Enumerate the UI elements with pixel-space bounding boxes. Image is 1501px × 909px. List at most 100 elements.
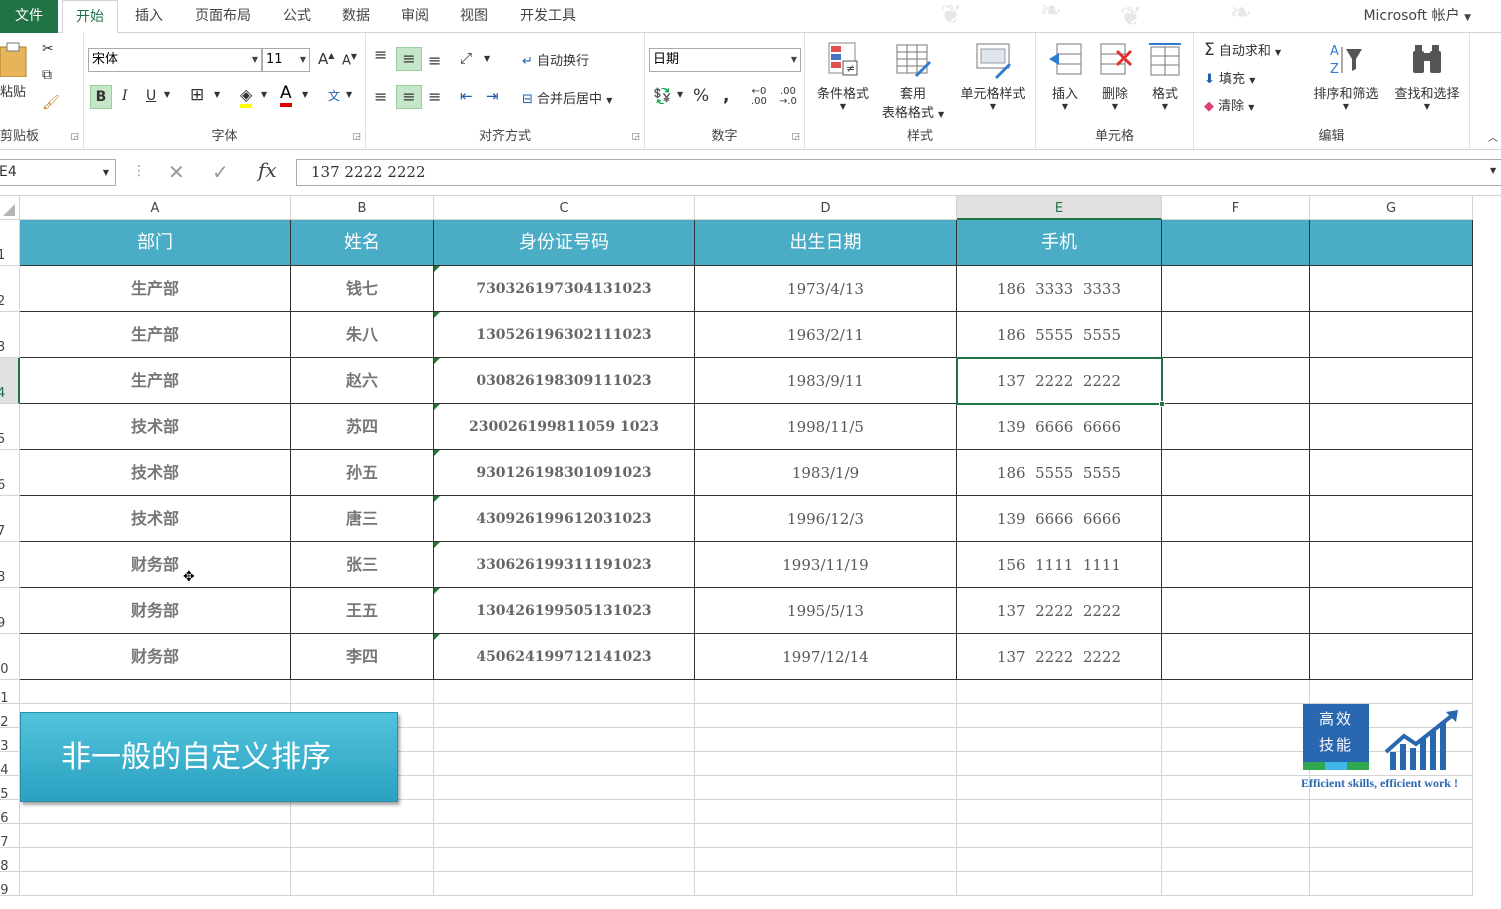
banner-shape[interactable]: 非一般的自定义排序 bbox=[20, 712, 398, 802]
empty-cell[interactable] bbox=[20, 680, 291, 704]
empty-cell[interactable] bbox=[434, 848, 695, 872]
tab-home[interactable]: 开始 bbox=[62, 0, 118, 34]
table-cell[interactable]: 1997/12/14 bbox=[695, 634, 957, 680]
column-header-b[interactable]: B bbox=[291, 196, 434, 220]
row-header-15[interactable]: 15 bbox=[0, 776, 20, 800]
empty-cell[interactable] bbox=[695, 704, 957, 728]
empty-cell[interactable] bbox=[291, 824, 434, 848]
table-cell[interactable] bbox=[1162, 358, 1310, 404]
column-header-d[interactable]: D bbox=[695, 196, 957, 220]
empty-cell[interactable] bbox=[1162, 776, 1310, 800]
row-header-13[interactable]: 13 bbox=[0, 728, 20, 752]
row-header-2[interactable]: 2 bbox=[0, 266, 20, 312]
row-header-17[interactable]: 17 bbox=[0, 824, 20, 848]
empty-cell[interactable] bbox=[1162, 800, 1310, 824]
table-cell[interactable]: 赵六 bbox=[291, 358, 434, 404]
table-cell[interactable]: 生产部 bbox=[20, 312, 291, 358]
table-cell[interactable] bbox=[1162, 266, 1310, 312]
table-cell[interactable]: 450624199712141023 bbox=[434, 634, 695, 680]
table-cell[interactable]: 张三 bbox=[291, 542, 434, 588]
empty-cell[interactable] bbox=[695, 680, 957, 704]
table-cell[interactable]: 钱七 bbox=[291, 266, 434, 312]
empty-cell[interactable] bbox=[1310, 800, 1473, 824]
empty-cell[interactable] bbox=[957, 824, 1162, 848]
table-cell[interactable] bbox=[1162, 450, 1310, 496]
chevron-down-icon[interactable]: ▼ bbox=[484, 54, 490, 63]
row-header-5[interactable]: 5 bbox=[0, 404, 20, 450]
percent-icon[interactable]: % bbox=[693, 86, 709, 106]
orientation-icon[interactable]: ⤢ bbox=[460, 49, 472, 67]
font-size-select[interactable]: 11 ▼ bbox=[262, 48, 310, 72]
empty-cell[interactable] bbox=[1310, 680, 1473, 704]
table-cell[interactable] bbox=[1310, 220, 1473, 266]
bold-icon[interactable]: B bbox=[90, 85, 112, 109]
worksheet-grid[interactable]: ABCDEFG 12345678910111213141516171819 部门… bbox=[0, 196, 1501, 909]
table-header-cell[interactable]: 出生日期 bbox=[695, 220, 957, 266]
table-cell[interactable]: 137 2222 2222 bbox=[957, 634, 1162, 680]
table-cell[interactable]: 139 6666 6666 bbox=[957, 404, 1162, 450]
empty-cell[interactable] bbox=[1162, 848, 1310, 872]
table-cell[interactable]: 技术部 bbox=[20, 450, 291, 496]
table-cell[interactable]: 730326197304131023 bbox=[434, 266, 695, 312]
table-cell[interactable] bbox=[1310, 312, 1473, 358]
phonetic-guide-icon[interactable]: 文 bbox=[328, 87, 340, 104]
insert-cells-button[interactable]: 插入 ▼ bbox=[1044, 41, 1086, 111]
column-header-g[interactable]: G bbox=[1310, 196, 1473, 220]
table-cell[interactable] bbox=[1310, 496, 1473, 542]
empty-cell[interactable] bbox=[957, 680, 1162, 704]
table-cell[interactable]: 唐三 bbox=[291, 496, 434, 542]
table-cell[interactable]: 1983/1/9 bbox=[695, 450, 957, 496]
empty-cell[interactable] bbox=[695, 752, 957, 776]
table-cell[interactable]: 137 2222 2222 bbox=[957, 358, 1162, 404]
empty-cell[interactable] bbox=[1310, 824, 1473, 848]
empty-cell[interactable] bbox=[957, 728, 1162, 752]
table-cell[interactable]: 130426199505131023 bbox=[434, 588, 695, 634]
table-cell[interactable]: 1995/5/13 bbox=[695, 588, 957, 634]
empty-cell[interactable] bbox=[957, 848, 1162, 872]
increase-indent-icon[interactable]: ⇥ bbox=[486, 87, 499, 105]
empty-cell[interactable] bbox=[1162, 728, 1310, 752]
table-cell[interactable]: 930126198301091023 bbox=[434, 450, 695, 496]
table-cell[interactable] bbox=[1162, 542, 1310, 588]
empty-cell[interactable] bbox=[1310, 872, 1473, 896]
copy-icon[interactable]: ⧉ bbox=[42, 67, 52, 83]
table-cell[interactable]: 130526196302111023 bbox=[434, 312, 695, 358]
empty-cell[interactable] bbox=[291, 680, 434, 704]
table-header-cell[interactable]: 手机 bbox=[957, 220, 1162, 266]
table-cell[interactable]: 财务部 bbox=[20, 588, 291, 634]
empty-cell[interactable] bbox=[291, 800, 434, 824]
chevron-down-icon[interactable]: ▼ bbox=[302, 90, 308, 99]
row-header-14[interactable]: 14 bbox=[0, 752, 20, 776]
tab-view[interactable]: 视图 bbox=[449, 0, 499, 33]
cut-icon[interactable]: ✂ bbox=[42, 41, 54, 57]
enter-icon[interactable]: ✓ bbox=[212, 160, 229, 184]
column-header-c[interactable]: C bbox=[434, 196, 695, 220]
row-header-7[interactable]: 7 bbox=[0, 496, 20, 542]
underline-icon[interactable]: U bbox=[146, 88, 156, 104]
empty-cell[interactable] bbox=[695, 776, 957, 800]
row-header-12[interactable]: 12 bbox=[0, 704, 20, 728]
tab-data[interactable]: 数据 bbox=[331, 0, 381, 33]
tab-formulas[interactable]: 公式 bbox=[272, 0, 322, 33]
wrap-text-button[interactable]: ↵ 自动换行 bbox=[522, 50, 589, 69]
table-cell[interactable]: 137 2222 2222 bbox=[957, 588, 1162, 634]
table-cell[interactable]: 技术部 bbox=[20, 404, 291, 450]
chevron-down-icon[interactable]: ▼ bbox=[677, 90, 683, 99]
table-cell[interactable] bbox=[1310, 450, 1473, 496]
row-header-1[interactable]: 1 bbox=[0, 220, 20, 266]
empty-cell[interactable] bbox=[957, 800, 1162, 824]
fill-handle[interactable] bbox=[1159, 401, 1165, 407]
empty-cell[interactable] bbox=[291, 872, 434, 896]
table-cell[interactable]: 财务部 bbox=[20, 634, 291, 680]
empty-cell[interactable] bbox=[1162, 824, 1310, 848]
table-cell[interactable] bbox=[1310, 542, 1473, 588]
insert-function-icon[interactable]: fx bbox=[258, 158, 277, 182]
table-cell[interactable] bbox=[1162, 220, 1310, 266]
increase-decimal-icon[interactable]: ←0.00 bbox=[751, 87, 767, 107]
dialog-launcher-icon[interactable]: ◲ bbox=[352, 132, 361, 142]
tab-review[interactable]: 审阅 bbox=[390, 0, 440, 33]
table-cell[interactable] bbox=[1310, 634, 1473, 680]
currency-icon[interactable]: 💱 bbox=[653, 87, 672, 105]
find-select-button[interactable]: 查找和选择 ▼ bbox=[1388, 41, 1466, 111]
font-name-select[interactable]: 宋体 ▼ bbox=[88, 48, 262, 72]
